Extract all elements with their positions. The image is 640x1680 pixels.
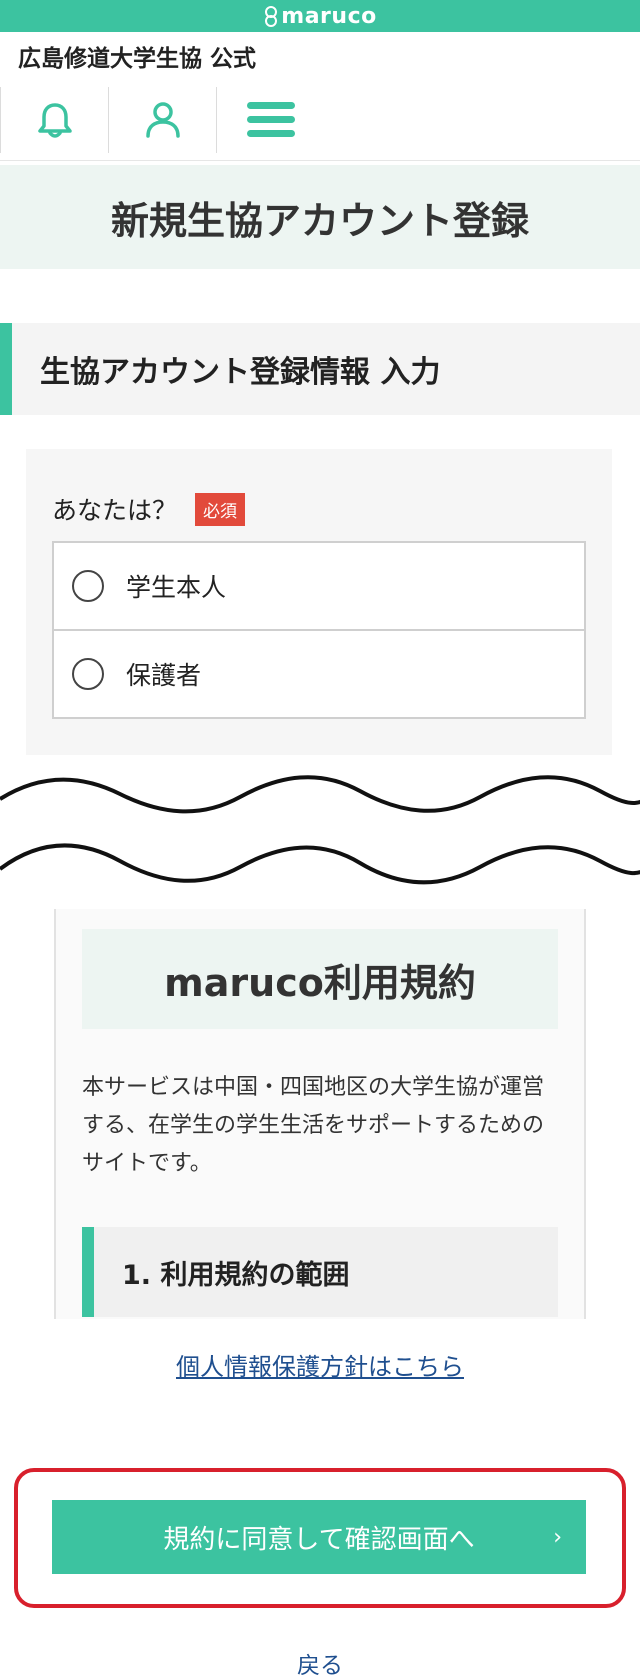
terms-section-heading: 1. 利用規約の範囲 <box>82 1227 558 1317</box>
header-icon-bar <box>0 80 640 161</box>
back-link[interactable]: 戻る <box>0 1646 640 1680</box>
agree-and-confirm-button[interactable]: 規約に同意して確認画面へ › <box>52 1500 586 1574</box>
radio-label: 保護者 <box>126 661 202 690</box>
radio-group: 学生本人 保護者 <box>52 541 586 719</box>
radio-label: 学生本人 <box>126 573 227 602</box>
radio-circle-icon[interactable] <box>72 658 104 690</box>
bell-icon <box>37 103 72 138</box>
user-icon <box>145 102 180 138</box>
privacy-policy-link[interactable]: 個人情報保護方針はこちら <box>176 1353 464 1381</box>
chevron-right-icon: › <box>553 1524 562 1550</box>
privacy-link-wrap: 個人情報保護方針はこちら <box>0 1347 640 1382</box>
hamburger-menu-icon <box>246 102 295 137</box>
account-button[interactable] <box>108 87 216 153</box>
terms-title: maruco利用規約 <box>82 929 558 1029</box>
maruco-logo-icon <box>263 6 278 27</box>
agree-button-label: 規約に同意して確認画面へ <box>163 1524 475 1555</box>
brand-bar: maruco <box>0 0 640 32</box>
site-title[interactable]: 広島修道大学生協 公式 <box>0 32 640 80</box>
page-title: 新規生協アカウント登録 <box>0 165 640 269</box>
terms-intro-text: 本サービスは中国・四国地区の大学生協が運営する、在学生の学生生活をサポートするた… <box>82 1075 545 1176</box>
notification-button[interactable] <box>0 87 108 153</box>
radio-circle-icon[interactable] <box>72 570 104 602</box>
required-badge: 必須 <box>195 492 246 526</box>
terms-scroll-box[interactable]: maruco利用規約 本サービスは中国・四国地区の大学生協が運営する、在学生の学… <box>54 909 586 1319</box>
brand-name: maruco <box>281 3 377 29</box>
question-label: あなたは？ 必須 <box>52 491 586 527</box>
wavy-break-lines <box>0 775 640 885</box>
radio-option-guardian[interactable]: 保護者 <box>54 629 584 717</box>
content-break-divider <box>0 769 640 899</box>
radio-option-student[interactable]: 学生本人 <box>54 543 584 629</box>
section-title: 生協アカウント登録情報 入力 <box>0 323 640 415</box>
user-type-form: あなたは？ 必須 学生本人 保護者 <box>26 449 612 755</box>
question-text: あなたは？ <box>52 496 178 525</box>
menu-button[interactable] <box>216 87 324 153</box>
